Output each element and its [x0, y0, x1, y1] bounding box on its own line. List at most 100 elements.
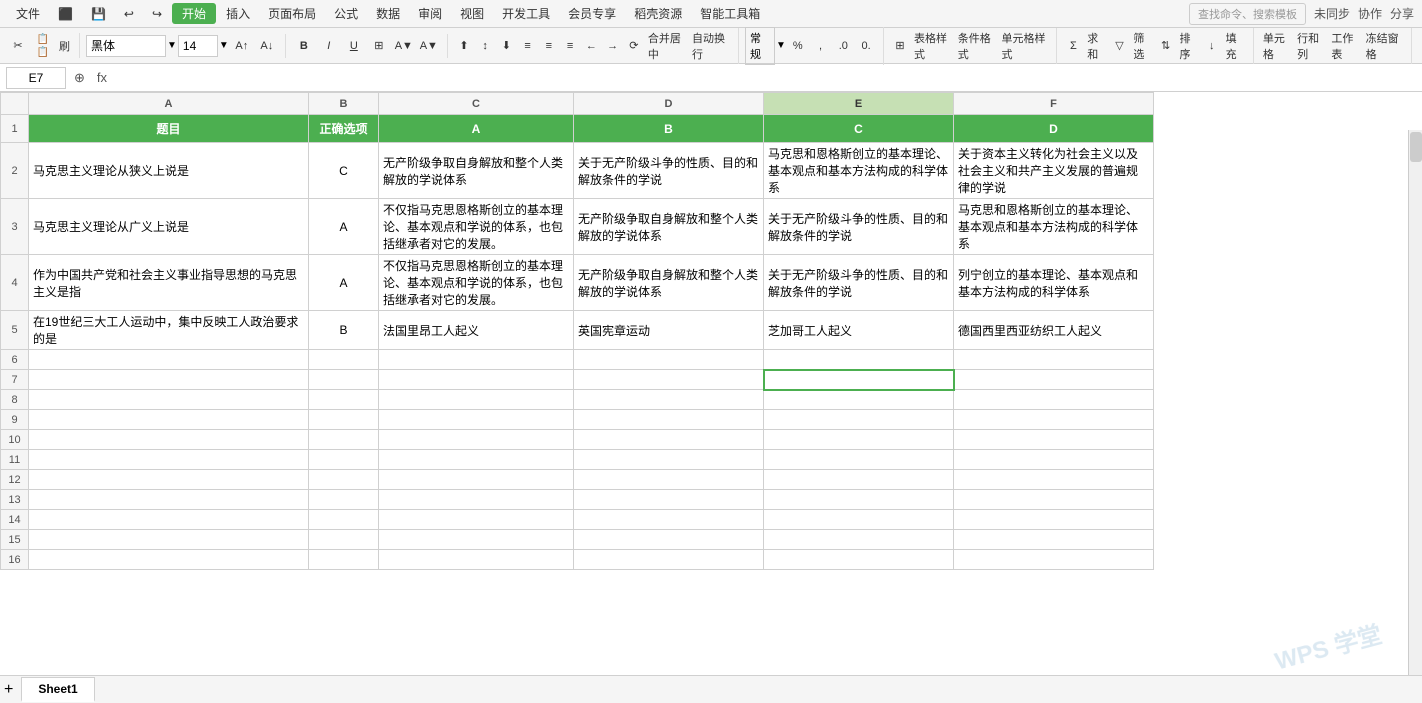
- cell-reference[interactable]: [6, 67, 66, 89]
- cell[interactable]: [29, 530, 309, 550]
- percent-button[interactable]: %: [787, 34, 809, 58]
- cell[interactable]: 无产阶级争取自身解放和整个人类解放的学说体系: [379, 143, 574, 199]
- cell[interactable]: [574, 350, 764, 370]
- fx-label[interactable]: fx: [93, 70, 111, 85]
- cell[interactable]: [764, 470, 954, 490]
- cell[interactable]: [764, 450, 954, 470]
- collab-button[interactable]: 协作: [1358, 5, 1382, 22]
- scroll-right[interactable]: [1408, 130, 1422, 675]
- cell[interactable]: [764, 410, 954, 430]
- cell[interactable]: [764, 350, 954, 370]
- cell[interactable]: [29, 490, 309, 510]
- cell[interactable]: 马克思和恩格斯创立的基本理论、基本观点和基本方法构成的科学体系: [954, 199, 1154, 255]
- cell[interactable]: [309, 530, 379, 550]
- cell[interactable]: 题目: [29, 115, 309, 143]
- font-name-dropdown[interactable]: ▼: [167, 40, 177, 51]
- col-header-c[interactable]: C: [379, 93, 574, 115]
- cell[interactable]: [954, 530, 1154, 550]
- align-right[interactable]: ≡: [560, 34, 580, 58]
- cell[interactable]: 关于无产阶级斗争的性质、目的和解放条件的学说: [764, 199, 954, 255]
- fill-icon[interactable]: ↓: [1202, 34, 1222, 58]
- cell[interactable]: [379, 390, 574, 410]
- cell[interactable]: [764, 530, 954, 550]
- cell[interactable]: [379, 490, 574, 510]
- menu-formula[interactable]: 公式: [326, 3, 366, 24]
- menu-start[interactable]: 开始: [172, 3, 216, 24]
- menu-member[interactable]: 会员专享: [560, 3, 624, 24]
- comma-button[interactable]: ,: [810, 34, 832, 58]
- align-left[interactable]: ≡: [518, 34, 538, 58]
- cell[interactable]: [309, 490, 379, 510]
- cell[interactable]: 作为中国共产党和社会主义事业指导思想的马克思主义是指: [29, 255, 309, 311]
- cell[interactable]: [309, 510, 379, 530]
- copy-button[interactable]: 📋: [31, 33, 55, 45]
- cell[interactable]: [309, 410, 379, 430]
- cell[interactable]: [954, 470, 1154, 490]
- cell[interactable]: [954, 490, 1154, 510]
- menu-item-icon[interactable]: ⬛: [50, 5, 81, 23]
- sort-btn[interactable]: 排序: [1177, 28, 1201, 64]
- merge-center[interactable]: 合并居中: [645, 28, 688, 64]
- cell[interactable]: [954, 430, 1154, 450]
- font-color-button[interactable]: A▼: [417, 34, 441, 58]
- cell[interactable]: 马克思主义理论从广义上说是: [29, 199, 309, 255]
- number-format-dropdown[interactable]: ▼: [776, 40, 786, 51]
- single-cell-btn[interactable]: 单元格: [1260, 28, 1293, 64]
- cell[interactable]: C: [309, 143, 379, 199]
- menu-insert[interactable]: 插入: [218, 3, 258, 24]
- number-format-select[interactable]: 常规: [745, 27, 775, 65]
- cell[interactable]: [309, 450, 379, 470]
- cell[interactable]: [574, 470, 764, 490]
- cell[interactable]: [574, 530, 764, 550]
- cell[interactable]: 不仅指马克思恩格斯创立的基本理论、基本观点和学说的体系，也包括继承者对它的发展。: [379, 199, 574, 255]
- align-center[interactable]: ≡: [539, 34, 559, 58]
- cell[interactable]: 英国宪章运动: [574, 311, 764, 350]
- cell[interactable]: [574, 410, 764, 430]
- cell[interactable]: 关于无产阶级斗争的性质、目的和解放条件的学说: [764, 255, 954, 311]
- menu-view[interactable]: 视图: [452, 3, 492, 24]
- cell[interactable]: 法国里昂工人起义: [379, 311, 574, 350]
- cell[interactable]: [29, 510, 309, 530]
- cell[interactable]: [29, 370, 309, 390]
- col-header-a[interactable]: A: [29, 93, 309, 115]
- cell[interactable]: 关于无产阶级斗争的性质、目的和解放条件的学说: [574, 143, 764, 199]
- cell[interactable]: 马克思主义理论从狭义上说是: [29, 143, 309, 199]
- cut-button[interactable]: ✂: [6, 34, 30, 58]
- cell[interactable]: [309, 370, 379, 390]
- menu-redo[interactable]: ↪: [144, 5, 170, 23]
- cell[interactable]: B: [309, 311, 379, 350]
- menu-shell[interactable]: 稻壳资源: [626, 3, 690, 24]
- cell[interactable]: [764, 430, 954, 450]
- font-decrease[interactable]: A↓: [255, 34, 279, 58]
- font-size-input[interactable]: [178, 35, 218, 57]
- cell[interactable]: [954, 510, 1154, 530]
- col-header-d[interactable]: D: [574, 93, 764, 115]
- menu-ai[interactable]: 智能工具箱: [692, 3, 768, 24]
- cell[interactable]: 正确选项: [309, 115, 379, 143]
- bg-color-button[interactable]: A▼: [392, 34, 416, 58]
- cell[interactable]: [954, 450, 1154, 470]
- formula-input[interactable]: [115, 67, 1416, 89]
- share-button[interactable]: 分享: [1390, 5, 1414, 22]
- cell[interactable]: [954, 350, 1154, 370]
- orientation[interactable]: ⟳: [624, 34, 644, 58]
- cell[interactable]: D: [954, 115, 1154, 143]
- format-painter[interactable]: 刷: [56, 36, 73, 56]
- cell[interactable]: [574, 370, 764, 390]
- menu-layout[interactable]: 页面布局: [260, 3, 324, 24]
- cell[interactable]: [574, 450, 764, 470]
- align-bottom[interactable]: ⬇: [496, 34, 516, 58]
- add-sheet-btn[interactable]: +: [4, 681, 13, 699]
- cell[interactable]: [379, 530, 574, 550]
- fill-btn[interactable]: 填充: [1223, 28, 1247, 64]
- menu-dev[interactable]: 开发工具: [494, 3, 558, 24]
- menu-review[interactable]: 审阅: [410, 3, 450, 24]
- cell[interactable]: [764, 550, 954, 570]
- table-icon[interactable]: ⊞: [890, 34, 910, 58]
- italic-button[interactable]: I: [317, 34, 341, 58]
- sheet-container[interactable]: A B C D E F 1题目正确选项ABCD2马克思主义理论从狭义上说是C无产…: [0, 92, 1422, 665]
- col-header-b[interactable]: B: [309, 93, 379, 115]
- align-middle[interactable]: ↕: [475, 34, 495, 58]
- cell[interactable]: C: [764, 115, 954, 143]
- filter-icon[interactable]: ▽: [1110, 34, 1130, 58]
